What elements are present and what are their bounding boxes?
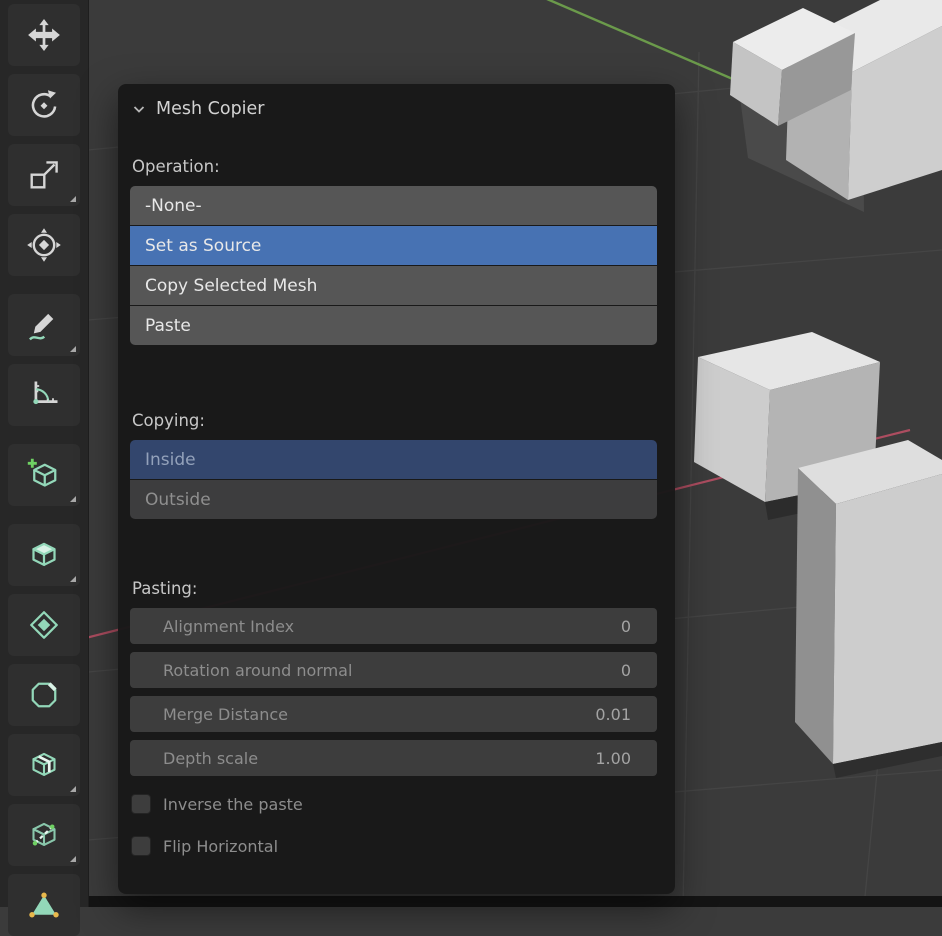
- field-value: 1.00: [595, 748, 631, 768]
- checkbox-box[interactable]: [131, 794, 151, 814]
- poly-build-icon: [29, 892, 59, 918]
- inset-faces-icon: [30, 611, 58, 639]
- copying-section-label: Copying:: [132, 411, 205, 430]
- copying-option-inside[interactable]: Inside: [130, 440, 657, 479]
- field-rotation-around-normal[interactable]: Rotation around normal 0: [130, 652, 657, 688]
- checkbox-box[interactable]: [131, 836, 151, 856]
- field-label: Depth scale: [163, 748, 259, 768]
- knife-icon: [32, 822, 56, 846]
- toolbar: [0, 0, 89, 936]
- tool-button-loop-cut[interactable]: [8, 734, 80, 796]
- measure-icon: [33, 381, 58, 405]
- tool-button-annotate[interactable]: [8, 294, 80, 356]
- bevel-icon: [31, 682, 57, 708]
- transform-icon: [27, 228, 61, 262]
- field-depth-scale[interactable]: Depth scale 1.00: [130, 740, 657, 776]
- tool-button-rotate[interactable]: [8, 74, 80, 136]
- operation-button-group: -None- Set as Source Copy Selected Mesh …: [130, 186, 657, 345]
- operation-section-label: Operation:: [132, 157, 220, 176]
- tool-button-inset-faces[interactable]: [8, 594, 80, 656]
- viewport-bottom-edge: [88, 896, 942, 907]
- field-alignment-index[interactable]: Alignment Index 0: [130, 608, 657, 644]
- panel-header[interactable]: Mesh Copier: [118, 84, 675, 127]
- tool-button-poly-build[interactable]: [8, 874, 80, 936]
- tool-button-bevel[interactable]: [8, 664, 80, 726]
- field-label: Merge Distance: [163, 704, 288, 724]
- rotate-icon: [31, 90, 57, 118]
- pasting-fields: Alignment Index 0 Rotation around normal…: [130, 608, 657, 776]
- field-value: 0.01: [595, 704, 631, 724]
- tool-button-knife[interactable]: [8, 804, 80, 866]
- checkbox-label: Flip Horizontal: [163, 836, 279, 856]
- field-value: 0: [620, 616, 631, 636]
- tool-button-measure[interactable]: [8, 364, 80, 426]
- tool-button-move[interactable]: [8, 4, 80, 66]
- copying-button-group: Inside Outside: [130, 440, 657, 519]
- operation-option-set-as-source[interactable]: Set as Source: [130, 226, 657, 265]
- annotate-pencil-icon: [29, 313, 54, 341]
- field-label: Rotation around normal: [163, 660, 353, 680]
- pasting-section-label: Pasting:: [132, 579, 198, 598]
- tool-button-transform[interactable]: [8, 214, 80, 276]
- field-merge-distance[interactable]: Merge Distance 0.01: [130, 696, 657, 732]
- loop-cut-icon: [32, 752, 56, 776]
- add-cube-icon: [27, 458, 57, 487]
- operation-option-paste[interactable]: Paste: [130, 306, 657, 345]
- copying-option-outside[interactable]: Outside: [130, 480, 657, 519]
- operation-option-none[interactable]: -None-: [130, 186, 657, 225]
- field-label: Alignment Index: [163, 616, 295, 636]
- scale-icon: [30, 161, 58, 189]
- chevron-down-icon: [133, 106, 145, 113]
- panel-title: Mesh Copier: [156, 99, 265, 119]
- field-value: 0: [620, 660, 631, 680]
- checkbox-flip-horizontal[interactable]: Flip Horizontal: [131, 836, 675, 856]
- operation-option-copy-selected-mesh[interactable]: Copy Selected Mesh: [130, 266, 657, 305]
- checkbox-label: Inverse the paste: [163, 794, 303, 814]
- tool-button-scale[interactable]: [8, 144, 80, 206]
- checkbox-inverse-the-paste[interactable]: Inverse the paste: [131, 794, 675, 814]
- tool-button-add-cube[interactable]: [8, 444, 80, 506]
- move-icon: [28, 18, 60, 52]
- tool-button-extrude-region[interactable]: [8, 524, 80, 586]
- mesh-copier-panel: Mesh Copier Operation: -None- Set as Sou…: [118, 84, 675, 894]
- extrude-region-icon: [32, 542, 56, 567]
